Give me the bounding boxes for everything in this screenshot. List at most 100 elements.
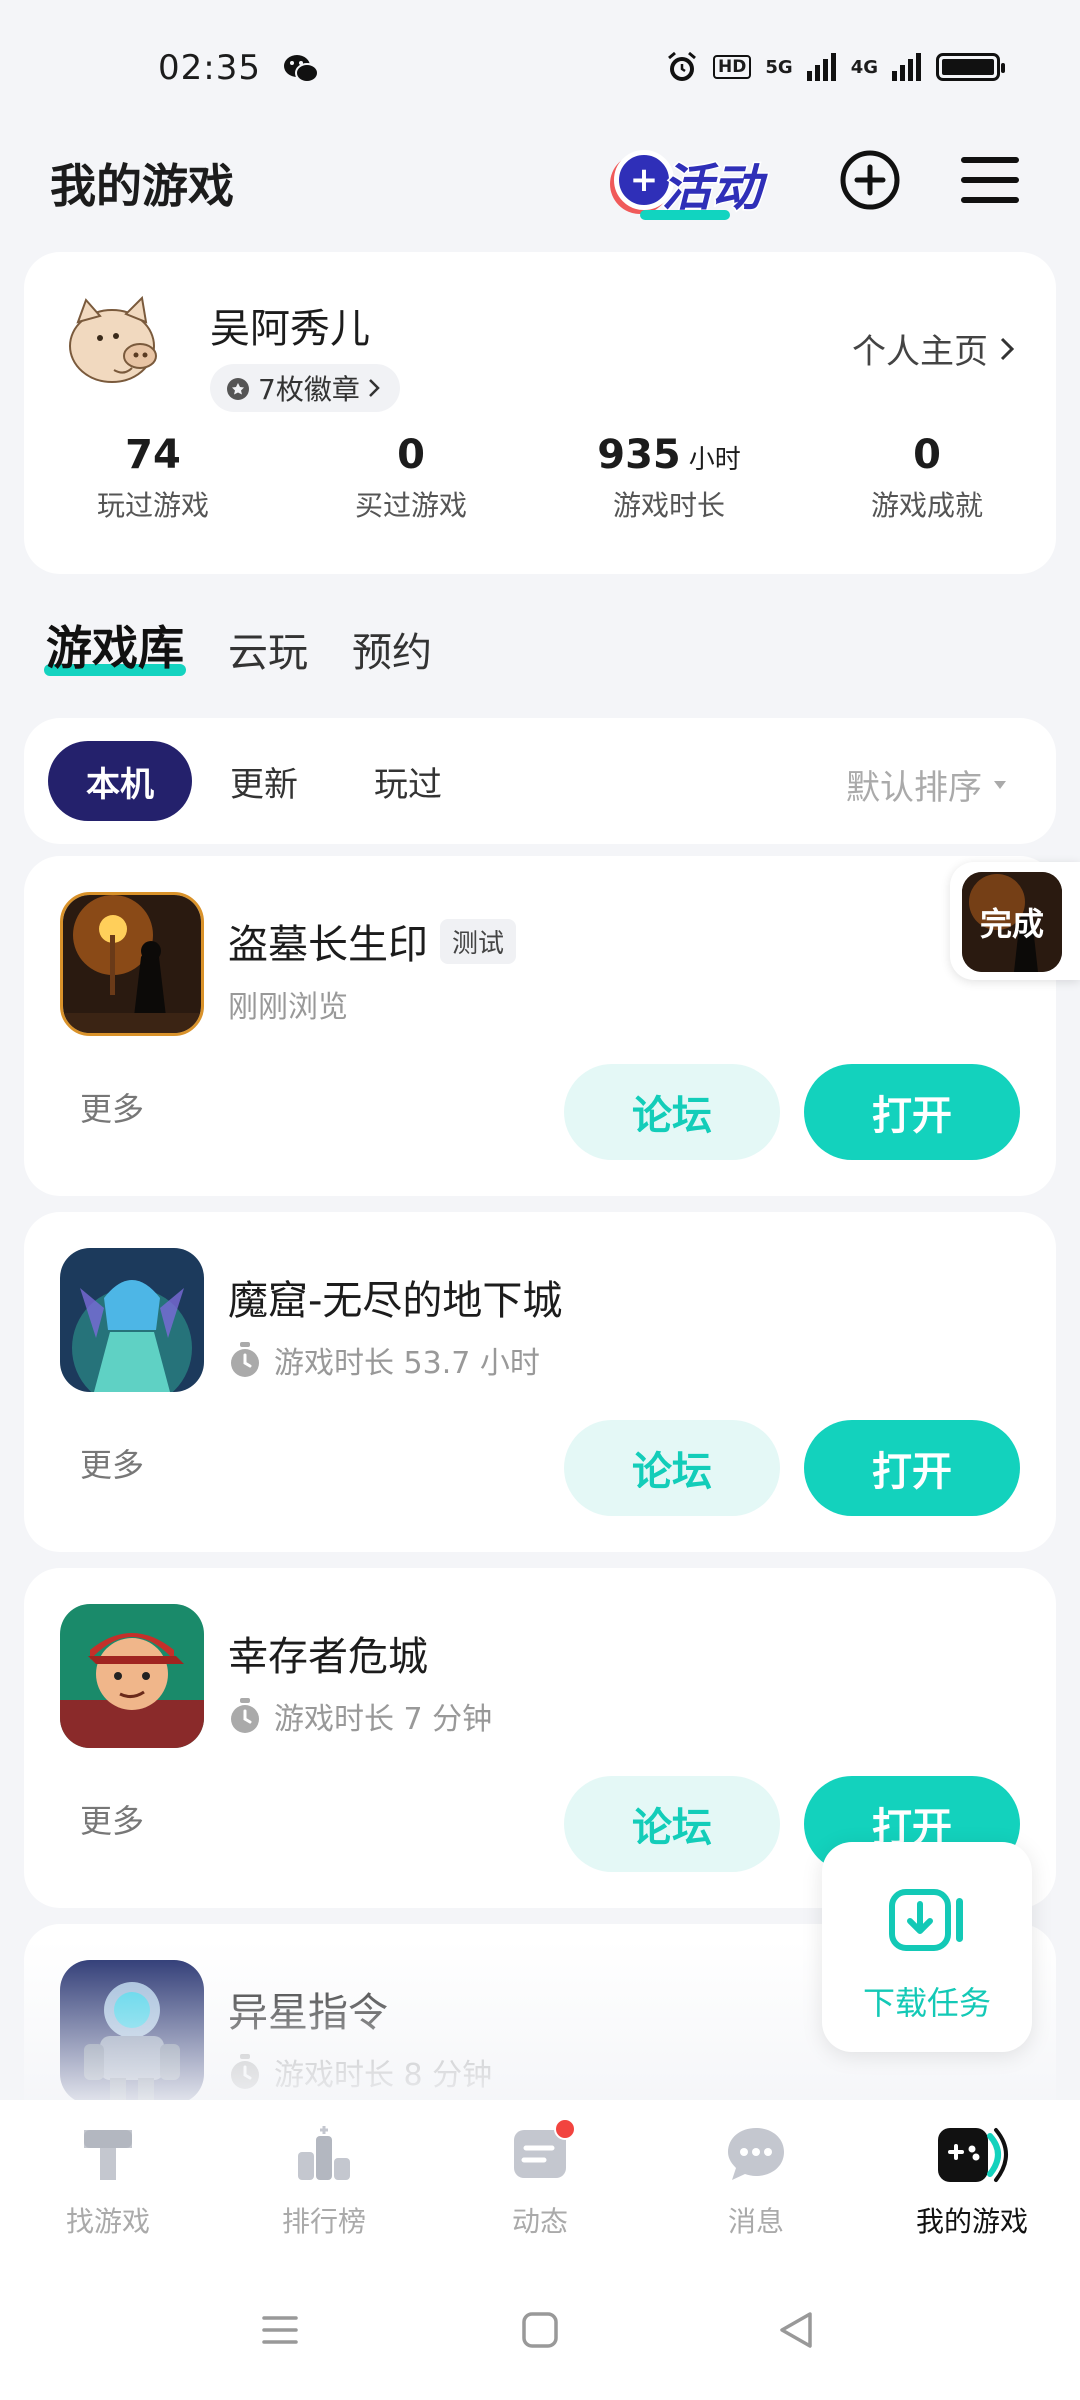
game-icon-daomu[interactable] <box>60 892 204 1036</box>
filter-local[interactable]: 本机 <box>48 741 192 821</box>
playtime-text: 游戏时长 8 分钟 <box>274 2058 493 2093</box>
system-nav-bar <box>0 2260 1080 2400</box>
battery-icon <box>936 53 1005 81</box>
game-name: 异星指令 <box>228 1990 388 2036</box>
username: 吴阿秀儿 <box>210 306 370 352</box>
my-games-icon <box>938 2128 1008 2182</box>
stopwatch-icon <box>231 1342 259 1377</box>
network-4g-label: 4G <box>850 56 878 78</box>
game-name: 盗墓长生印 <box>228 922 428 968</box>
game-name: 魔窟-无尽的地下城 <box>228 1278 563 1324</box>
tab-library[interactable]: 游戏库 <box>44 612 186 678</box>
find-game-icon <box>84 2130 132 2180</box>
more-button[interactable]: 更多 <box>80 1796 144 1842</box>
nav-my-games[interactable]: 我的游戏 <box>864 2100 1080 2260</box>
download-task-label: 下载任务 <box>862 1984 991 2022</box>
profile-card: 吴阿秀儿 7枚徽章 个人主页 74 玩过游戏 0 买过游戏 935 小时 游戏时长… <box>24 252 1056 574</box>
page-header: 我的游戏 + 活动 <box>0 140 1080 220</box>
game-card: 魔窟-无尽的地下城 游戏时长 53.7 小时 更多 论坛 打开 <box>24 1212 1056 1552</box>
nav-find-game[interactable]: 找游戏 <box>0 2100 216 2260</box>
medals-label: 7枚徽章 <box>258 373 360 406</box>
game-playtime: 游戏时长 8 分钟 <box>228 2050 492 2094</box>
floating-done-label: 完成 <box>979 905 1044 943</box>
nav-ranking[interactable]: 排行榜 <box>216 2100 432 2260</box>
message-icon <box>728 2128 784 2180</box>
forum-button[interactable]: 论坛 <box>564 1064 780 1160</box>
signal-icon <box>806 53 836 81</box>
floating-done-thumb: 完成 <box>962 872 1062 972</box>
stat-played[interactable]: 74 玩过游戏 <box>24 432 282 524</box>
hd-indicator: HD <box>713 55 752 79</box>
floating-done-widget[interactable]: 完成 <box>950 862 1080 980</box>
stat-label: 买过游戏 <box>354 489 467 522</box>
game-icon-survivor[interactable] <box>60 1604 204 1748</box>
stat-bought[interactable]: 0 买过游戏 <box>282 432 540 524</box>
signal-icon-2 <box>892 53 921 81</box>
homepage-link[interactable]: 个人主页 <box>852 324 1016 373</box>
menu-icon[interactable] <box>958 148 1022 212</box>
game-title: 魔窟-无尽的地下城 <box>228 1268 562 1326</box>
medals-button[interactable]: 7枚徽章 <box>210 364 400 412</box>
game-icon-alien-command[interactable] <box>60 1960 204 2104</box>
nav-label: 动态 <box>511 2205 568 2238</box>
stat-value: 0 <box>913 432 941 478</box>
download-icon <box>889 1889 963 1951</box>
filter-updates[interactable]: 更新 <box>192 741 336 821</box>
stat-value: 0 <box>397 432 425 478</box>
game-title: 盗墓长生印 测试 <box>228 912 517 970</box>
add-circle-icon[interactable] <box>838 148 902 212</box>
recent-apps-icon[interactable] <box>260 2310 300 2350</box>
bottom-nav: 找游戏 排行榜 动态 消息 我的游戏 <box>0 2100 1080 2260</box>
nav-label: 排行榜 <box>281 2205 366 2238</box>
nav-messages[interactable]: 消息 <box>648 2100 864 2260</box>
activity-banner-button[interactable]: + 活动 <box>600 140 790 226</box>
nav-feed[interactable]: 动态 <box>432 2100 648 2260</box>
stat-label: 游戏时长 <box>612 489 725 522</box>
stat-playtime[interactable]: 935 小时 游戏时长 <box>540 432 798 524</box>
open-button[interactable]: 打开 <box>804 1420 1020 1516</box>
stopwatch-icon <box>231 2054 259 2089</box>
game-title: 幸存者危城 <box>228 1624 428 1682</box>
game-subtitle: 刚刚浏览 <box>228 990 348 1025</box>
tab-cloud-play[interactable]: 云玩 <box>228 620 308 678</box>
network-5g-label: 5G <box>765 56 793 78</box>
homepage-label: 个人主页 <box>852 332 988 372</box>
more-button[interactable]: 更多 <box>80 1440 144 1486</box>
forum-button[interactable]: 论坛 <box>564 1776 780 1872</box>
nav-label: 找游戏 <box>65 2205 150 2238</box>
game-icon-moku[interactable] <box>60 1248 204 1392</box>
game-playtime: 游戏时长 7 分钟 <box>228 1694 492 1738</box>
caret-down-icon <box>994 780 1006 789</box>
game-name: 幸存者危城 <box>228 1634 428 1680</box>
chevron-right-icon <box>368 379 380 397</box>
pig-avatar-image <box>56 282 176 402</box>
notification-dot <box>554 2118 576 2140</box>
open-button[interactable]: 打开 <box>804 1064 1020 1160</box>
tab-reservation[interactable]: 预约 <box>352 620 432 678</box>
profile-stats: 74 玩过游戏 0 买过游戏 935 小时 游戏时长 0 游戏成就 <box>24 432 1056 524</box>
tab-reservation-label: 预约 <box>352 630 432 676</box>
stat-achievements[interactable]: 0 游戏成就 <box>798 432 1056 524</box>
avatar[interactable] <box>56 282 176 402</box>
page-title: 我的游戏 <box>50 159 234 213</box>
wechat-icon <box>284 55 319 83</box>
forum-button[interactable]: 论坛 <box>564 1420 780 1516</box>
game-playtime: 游戏时长 53.7 小时 <box>228 1338 540 1382</box>
download-task-button[interactable]: 下载任务 <box>822 1842 1032 2052</box>
playtime-text: 游戏时长 53.7 小时 <box>274 1346 540 1381</box>
filter-played[interactable]: 玩过 <box>336 741 480 821</box>
nav-label: 消息 <box>727 2205 784 2238</box>
test-tag: 测试 <box>440 918 517 964</box>
back-icon[interactable] <box>776 2310 816 2350</box>
library-tabs: 游戏库 云玩 预约 <box>44 612 432 678</box>
home-icon[interactable] <box>520 2310 560 2350</box>
status-bar: 02:35 HD 5G 4G <box>0 0 1080 120</box>
medal-icon <box>227 378 249 400</box>
sort-dropdown[interactable]: 默认排序 <box>846 760 1008 809</box>
filter-bar: 本机 更新 玩过 默认排序 <box>24 718 1056 844</box>
more-button[interactable]: 更多 <box>80 1084 144 1130</box>
stopwatch-icon <box>231 1698 259 1733</box>
game-card: 盗墓长生印 测试 刚刚浏览 更多 论坛 打开 <box>24 856 1056 1196</box>
playtime-text: 游戏时长 7 分钟 <box>274 1702 493 1737</box>
tab-cloud-play-label: 云玩 <box>228 630 308 676</box>
